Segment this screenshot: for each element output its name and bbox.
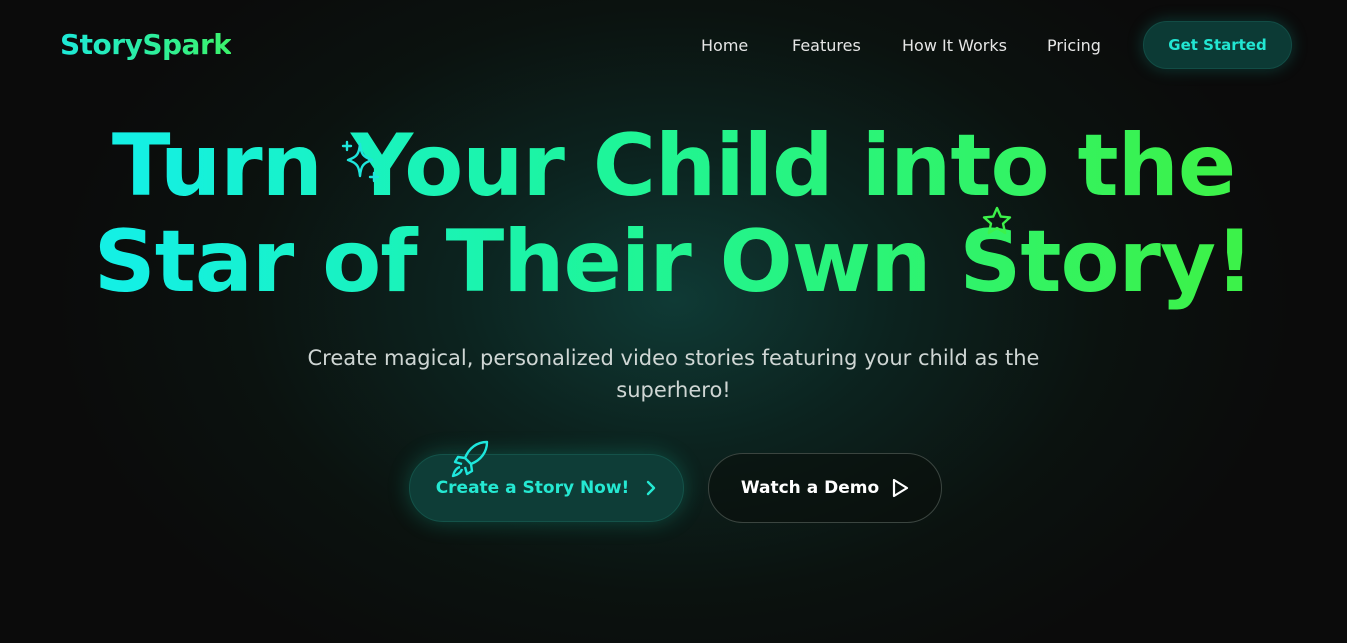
navbar: StorySpark Home Features How It Works Pr…: [0, 0, 1347, 90]
hero-subtitle-line1: Create magical, personalized video stori…: [307, 346, 1040, 370]
hero-subtitle: Create magical, personalized video stori…: [300, 342, 1047, 406]
star-icon: [981, 206, 1013, 240]
nav-link-features[interactable]: Features: [792, 36, 861, 55]
watch-demo-button[interactable]: Watch a Demo: [708, 453, 942, 523]
hero-title: Turn Your Child into the Star of Their O…: [0, 118, 1347, 310]
hero-subtitle-line2: superhero!: [616, 378, 731, 402]
hero-title-line1: Turn Your Child into the: [111, 116, 1236, 216]
get-started-button[interactable]: Get Started: [1143, 21, 1292, 69]
background-glow: [0, 0, 1347, 643]
nav-link-home[interactable]: Home: [701, 36, 748, 55]
play-icon: [891, 478, 909, 498]
nav-link-pricing[interactable]: Pricing: [1047, 36, 1101, 55]
rocket-icon: [451, 440, 491, 482]
nav-link-how-it-works[interactable]: How It Works: [902, 36, 1007, 55]
hero-title-line2: Star of Their Own Story!: [93, 212, 1254, 312]
logo[interactable]: StorySpark: [60, 28, 232, 61]
watch-demo-button-label: Watch a Demo: [740, 478, 880, 498]
sparkles-icon: [340, 140, 384, 190]
chevron-right-icon: [645, 479, 657, 497]
